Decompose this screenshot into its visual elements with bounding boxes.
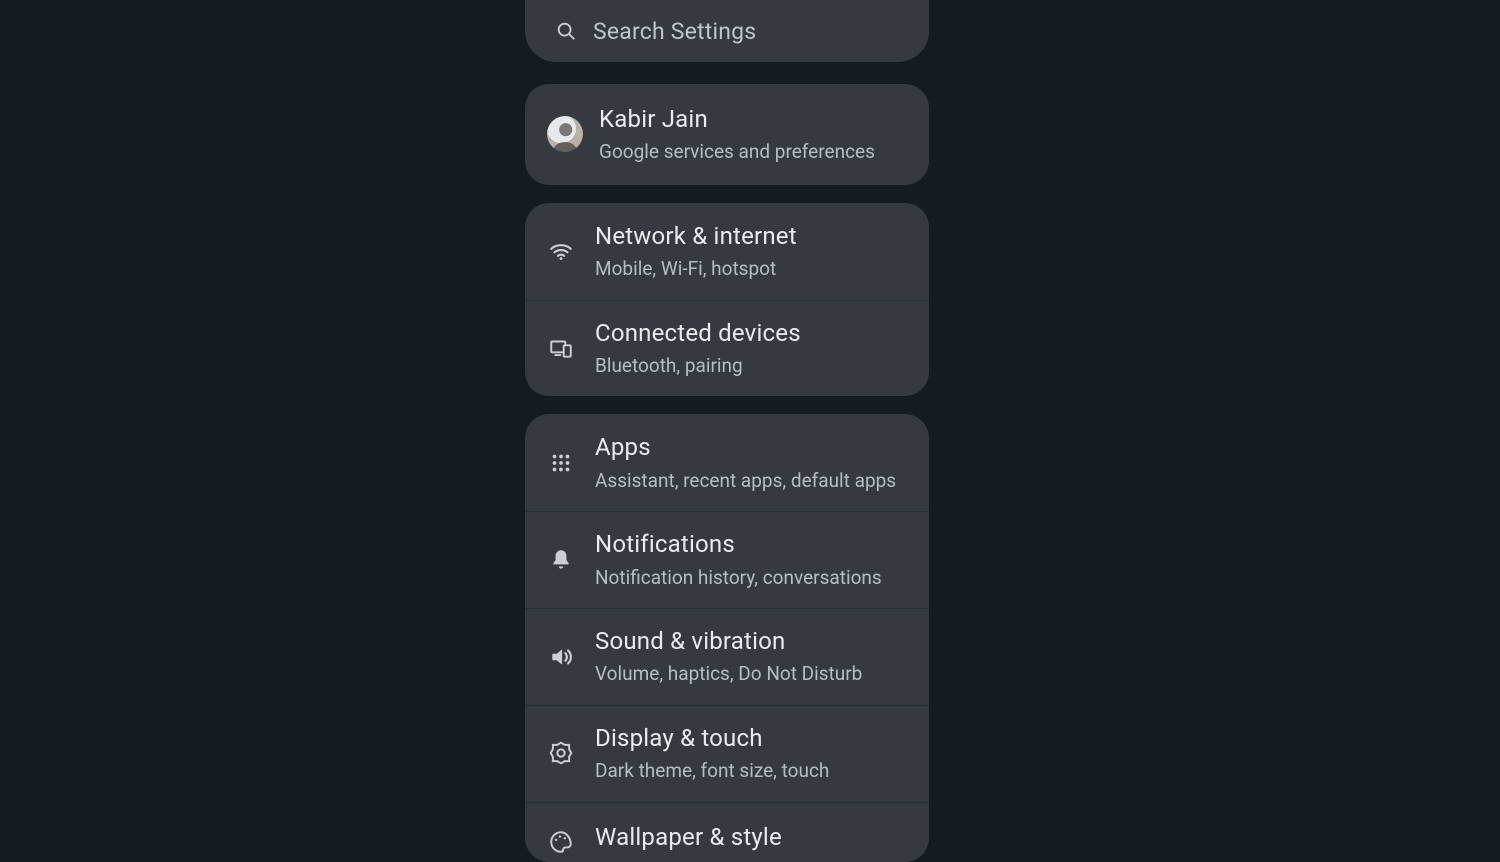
settings-title: Apps [595, 432, 907, 463]
settings-subtitle: Assistant, recent apps, default apps [595, 468, 907, 494]
settings-row-display-touch[interactable]: Display & touch Dark theme, font size, t… [525, 705, 929, 802]
palette-icon [547, 828, 575, 856]
brightness-icon [547, 739, 575, 767]
settings-title: Notifications [595, 529, 907, 560]
settings-row-wallpaper-style[interactable]: Wallpaper & style [525, 802, 929, 862]
settings-title: Wallpaper & style [595, 822, 907, 853]
avatar [547, 116, 583, 152]
settings-title: Sound & vibration [595, 626, 907, 657]
account-row[interactable]: Kabir Jain Google services and preferenc… [525, 84, 929, 185]
volume-icon [547, 643, 575, 671]
account-name: Kabir Jain [599, 104, 907, 135]
settings-row-notifications[interactable]: Notifications Notification history, conv… [525, 511, 929, 608]
search-settings-field[interactable]: Search Settings [525, 0, 929, 62]
settings-subtitle: Mobile, Wi-Fi, hotspot [595, 256, 907, 282]
settings-subtitle: Notification history, conversations [595, 565, 907, 591]
settings-subtitle: Dark theme, font size, touch [595, 758, 907, 784]
settings-screen: Search Settings Kabir Jain Google servic… [525, 0, 929, 844]
settings-group-device: Apps Assistant, recent apps, default app… [525, 414, 929, 861]
account-card: Kabir Jain Google services and preferenc… [525, 84, 929, 185]
settings-title: Display & touch [595, 723, 907, 754]
settings-row-sound-vibration[interactable]: Sound & vibration Volume, haptics, Do No… [525, 608, 929, 705]
settings-group-connectivity: Network & internet Mobile, Wi-Fi, hotspo… [525, 203, 929, 397]
search-placeholder: Search Settings [593, 18, 756, 45]
devices-icon [547, 334, 575, 362]
settings-subtitle: Volume, haptics, Do Not Disturb [595, 661, 907, 687]
apps-grid-icon [547, 449, 575, 477]
settings-row-apps[interactable]: Apps Assistant, recent apps, default app… [525, 414, 929, 511]
account-subtitle: Google services and preferences [599, 139, 907, 165]
settings-title: Network & internet [595, 221, 907, 252]
settings-row-network-internet[interactable]: Network & internet Mobile, Wi-Fi, hotspo… [525, 203, 929, 300]
bell-icon [547, 546, 575, 574]
wifi-icon [547, 237, 575, 265]
settings-row-connected-devices[interactable]: Connected devices Bluetooth, pairing [525, 300, 929, 397]
settings-title: Connected devices [595, 318, 907, 349]
settings-subtitle: Bluetooth, pairing [595, 353, 907, 379]
search-icon [555, 20, 577, 42]
